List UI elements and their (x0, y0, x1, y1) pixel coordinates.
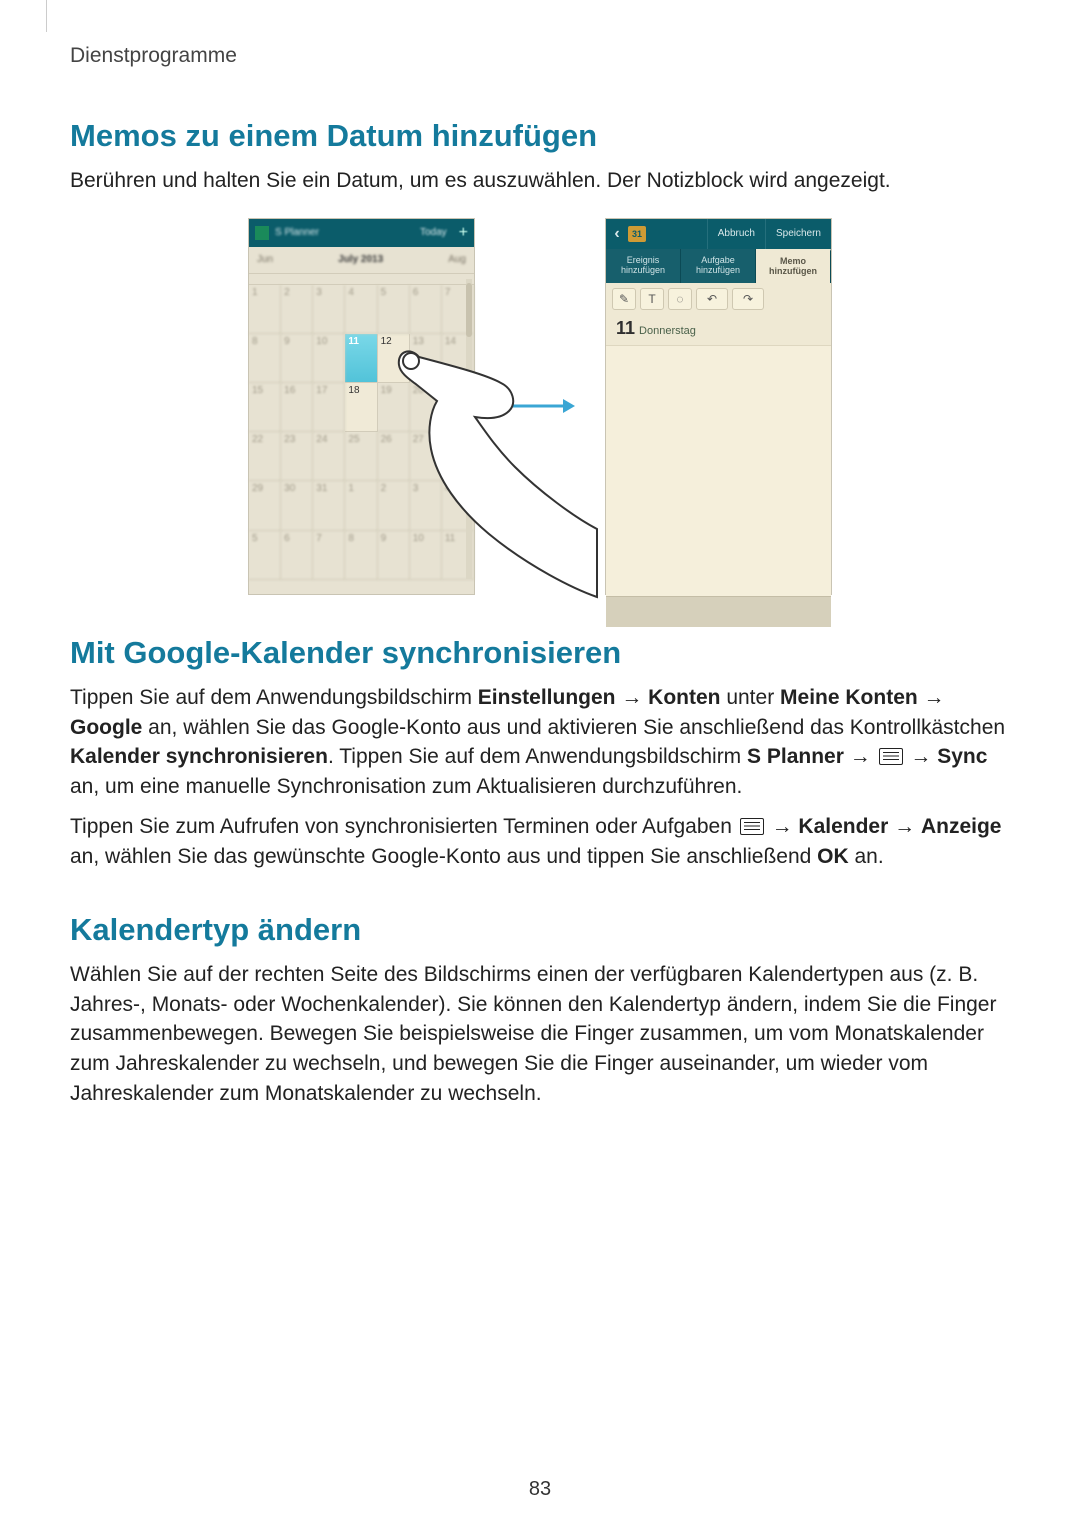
memo-date-day: Donnerstag (639, 325, 696, 337)
calendar-screenshot: S Planner Today + Jun July 2013 Aug 1234… (248, 218, 475, 595)
tab-add-event[interactable]: Ereignis hinzufügen (606, 249, 681, 283)
paragraph-change-calendar-type: Wählen Sie auf der rechten Seite des Bil… (70, 960, 1010, 1109)
selected-day-cell[interactable]: 11 (345, 334, 377, 383)
redo-button[interactable]: ↷ (732, 288, 764, 310)
save-button[interactable]: Speichern (765, 219, 831, 249)
tab-add-memo[interactable]: Memo hinzufügen (756, 249, 831, 283)
cancel-button[interactable]: Abbruch (707, 219, 765, 249)
calendar-scrollbar[interactable] (466, 279, 472, 579)
below-day-cell[interactable]: 18 (345, 383, 377, 432)
heading-google-sync: Mit Google-Kalender synchronisieren (70, 635, 1010, 671)
add-event-button[interactable]: + (459, 224, 468, 242)
month-navigation: Jun July 2013 Aug (249, 247, 474, 273)
memo-date-number: 11 (616, 318, 635, 339)
memo-toolbar: ✎ T ◌ ↶ ↷ (606, 283, 831, 315)
undo-button[interactable]: ↶ (696, 288, 728, 310)
paragraph-google-sync-2: Tippen Sie zum Aufrufen von synchronisie… (70, 812, 1010, 872)
memo-screenshot: ‹ 31 Abbruch Speichern Ereignis hinzufüg… (605, 218, 832, 595)
paragraph-google-sync-1: Tippen Sie auf dem Anwendungsbildschirm … (70, 683, 1010, 802)
text-tool-button[interactable]: T (640, 288, 664, 310)
breadcrumb: Dienstprogramme (70, 44, 1010, 68)
heading-change-calendar-type: Kalendertyp ändern (70, 912, 1010, 948)
figure-row: S Planner Today + Jun July 2013 Aug 1234… (70, 218, 1010, 595)
calendar-app-title: S Planner (275, 227, 414, 238)
adjacent-day-cell[interactable]: 12 (378, 334, 410, 383)
prev-month-label[interactable]: Jun (257, 254, 273, 265)
current-month-label[interactable]: July 2013 (338, 254, 383, 265)
next-month-label[interactable]: Aug (448, 254, 466, 265)
paragraph-add-memos: Berühren und halten Sie ein Datum, um es… (70, 166, 1010, 196)
back-button[interactable]: ‹ (606, 225, 628, 243)
day-of-week-row (249, 273, 474, 285)
memo-header: ‹ 31 Abbruch Speichern (606, 219, 831, 249)
heading-add-memos: Memos zu einem Datum hinzufügen (70, 118, 1010, 154)
memo-tabs: Ereignis hinzufügen Aufgabe hinzufügen M… (606, 249, 831, 283)
eraser-tool-button[interactable]: ◌ (668, 288, 692, 310)
memo-canvas[interactable] (606, 346, 831, 596)
menu-icon (740, 818, 764, 835)
arrow-right-icon (505, 396, 575, 416)
today-button[interactable]: Today (420, 227, 447, 238)
pen-tool-button[interactable]: ✎ (612, 288, 636, 310)
calendar-app-icon (255, 226, 269, 240)
page-top-rule (46, 0, 47, 32)
memo-bottom-bar (606, 596, 831, 627)
tab-add-task[interactable]: Aufgabe hinzufügen (681, 249, 756, 283)
calendar-header: S Planner Today + (249, 219, 474, 247)
page-number: 83 (0, 1478, 1080, 1501)
calendar-grid[interactable]: 1234567 8910 11 12 1314 151617 18 192021… (249, 285, 474, 580)
memo-date-line: 11 Donnerstag (606, 315, 831, 346)
calendar-date-icon: 31 (628, 226, 646, 242)
menu-icon (879, 748, 903, 765)
